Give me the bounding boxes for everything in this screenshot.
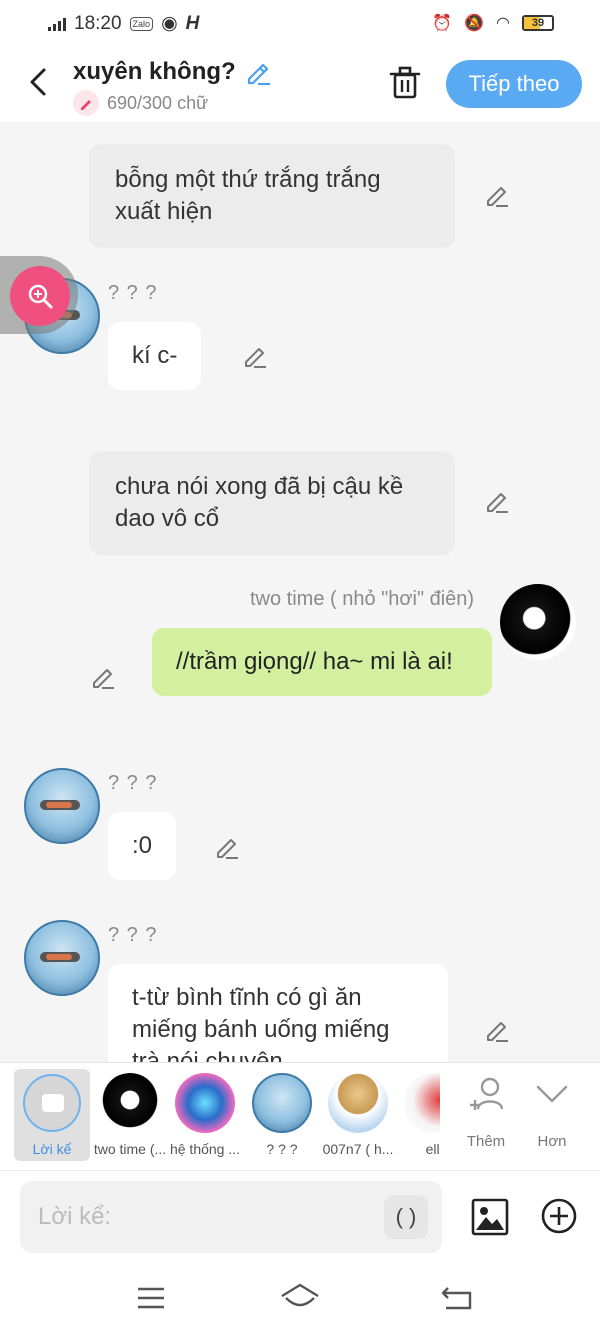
edit-title-icon[interactable] [244, 58, 272, 86]
signal-icon [48, 17, 66, 31]
character-chip[interactable]: ? ? ? [242, 1071, 322, 1161]
chip-label: hệ thống ... [169, 1141, 241, 1157]
character-name: ? ? ? [108, 924, 158, 946]
message-text: kí c- [132, 342, 178, 369]
character-chip[interactable]: hệ thống ... [165, 1071, 245, 1161]
chevron-down-icon [536, 1085, 568, 1103]
header: xuyên không? 690/300 chữ Tiếp theo [0, 46, 600, 122]
parentheses-button[interactable]: ( ) [384, 1195, 428, 1239]
back-nav-icon[interactable] [440, 1284, 474, 1312]
word-count-pencil-icon [73, 90, 99, 116]
edit-message-icon[interactable] [484, 1017, 510, 1043]
edit-message-icon[interactable] [90, 664, 116, 690]
character-bubble[interactable]: t-từ bình tĩnh có gì ăn miếng bánh uống … [108, 964, 448, 1062]
home-icon[interactable] [280, 1282, 320, 1312]
character-name: ? ? ? [108, 772, 158, 794]
h-app-icon: H [185, 12, 200, 34]
word-count: 690/300 chữ [107, 93, 209, 113]
chip-avatar [100, 1073, 160, 1133]
chip-label: 007n7 ( h... [322, 1141, 394, 1157]
mute-icon: 🔕 [464, 15, 485, 32]
more-label: Hơn [537, 1133, 567, 1150]
self-bubble[interactable]: //trầm giọng// ha~ mi là ai! [152, 628, 492, 696]
narration-icon [23, 1074, 81, 1132]
message-input[interactable] [20, 1181, 442, 1253]
message-text: bỗng một thứ trắng trắng xuất hiện [115, 166, 381, 225]
message-text: t-từ bình tĩnh có gì ăn miếng bánh uống … [132, 984, 390, 1062]
add-character-button[interactable]: Thêm [456, 1075, 516, 1155]
add-person-icon [470, 1077, 504, 1110]
character-avatar[interactable] [24, 768, 100, 844]
wifi-icon: ◠ [496, 15, 510, 32]
menu-icon[interactable] [136, 1286, 166, 1310]
add-circle-icon[interactable] [540, 1197, 578, 1235]
edit-message-icon[interactable] [484, 488, 510, 514]
character-chip[interactable]: elliot [394, 1071, 440, 1161]
chip-label: ? ? ? [266, 1141, 298, 1157]
status-time: 18:20 [74, 12, 122, 34]
alarm-icon: ⏰ [432, 15, 453, 32]
next-button[interactable]: Tiếp theo [446, 60, 582, 108]
chip-avatar [252, 1073, 312, 1133]
image-icon[interactable] [470, 1197, 510, 1237]
chip-avatar [404, 1073, 440, 1133]
status-left: 18:20 Zalo ◉ H [48, 12, 199, 35]
character-bubble[interactable]: kí c- [108, 322, 202, 390]
edit-message-icon[interactable] [484, 182, 510, 208]
globe-icon: ◉ [161, 13, 178, 34]
character-name: ? ? ? [108, 282, 158, 304]
chip-avatar [175, 1073, 235, 1133]
character-avatar[interactable] [24, 920, 100, 996]
story-title[interactable]: xuyên không? [73, 58, 236, 86]
narration-bubble[interactable]: bỗng một thứ trắng trắng xuất hiện [89, 144, 455, 248]
battery-icon: 39 [522, 15, 554, 31]
system-nav-bar [0, 1262, 600, 1333]
chip-label: Lời kể [32, 1141, 72, 1157]
character-chip[interactable]: two time (... [90, 1071, 170, 1161]
message-text: //trầm giọng// ha~ mi là ai! [176, 648, 453, 675]
self-character-name: two time ( nhỏ "hơi" điên) [250, 588, 475, 610]
edit-message-icon[interactable] [214, 834, 240, 860]
character-chip-narration[interactable]: Lời kể [14, 1069, 90, 1161]
add-character-label: Thêm [466, 1133, 506, 1150]
zalo-icon: Zalo [129, 16, 154, 31]
message-text: :0 [132, 832, 153, 859]
more-button[interactable]: Hơn [522, 1075, 582, 1155]
chip-avatar [328, 1073, 388, 1133]
message-text: chưa nói xong đã bị cậu kề dao vô cổ [115, 473, 404, 532]
status-bar: 18:20 Zalo ◉ H ⏰ 🔕 ◠ 39 [0, 0, 600, 46]
input-bar: ( ) [0, 1170, 600, 1262]
edit-message-icon[interactable] [242, 343, 268, 369]
trash-icon[interactable] [388, 64, 422, 100]
chip-label: elliot [425, 1141, 440, 1157]
self-avatar[interactable] [500, 584, 576, 660]
character-bubble[interactable]: :0 [108, 812, 177, 880]
chat-area[interactable]: bỗng một thứ trắng trắng xuất hiện ? ? ?… [0, 122, 600, 1062]
back-arrow-icon[interactable] [26, 66, 50, 98]
zoom-in-icon [28, 284, 53, 309]
character-picker: Lời kể two time (... hệ thống ... ? ? ? … [0, 1062, 600, 1170]
narration-bubble[interactable]: chưa nói xong đã bị cậu kề dao vô cổ [89, 451, 455, 555]
character-chip[interactable]: 007n7 ( h... [318, 1071, 398, 1161]
zoom-button[interactable] [10, 266, 70, 326]
status-right: ⏰ 🔕 ◠ 39 [432, 13, 554, 33]
